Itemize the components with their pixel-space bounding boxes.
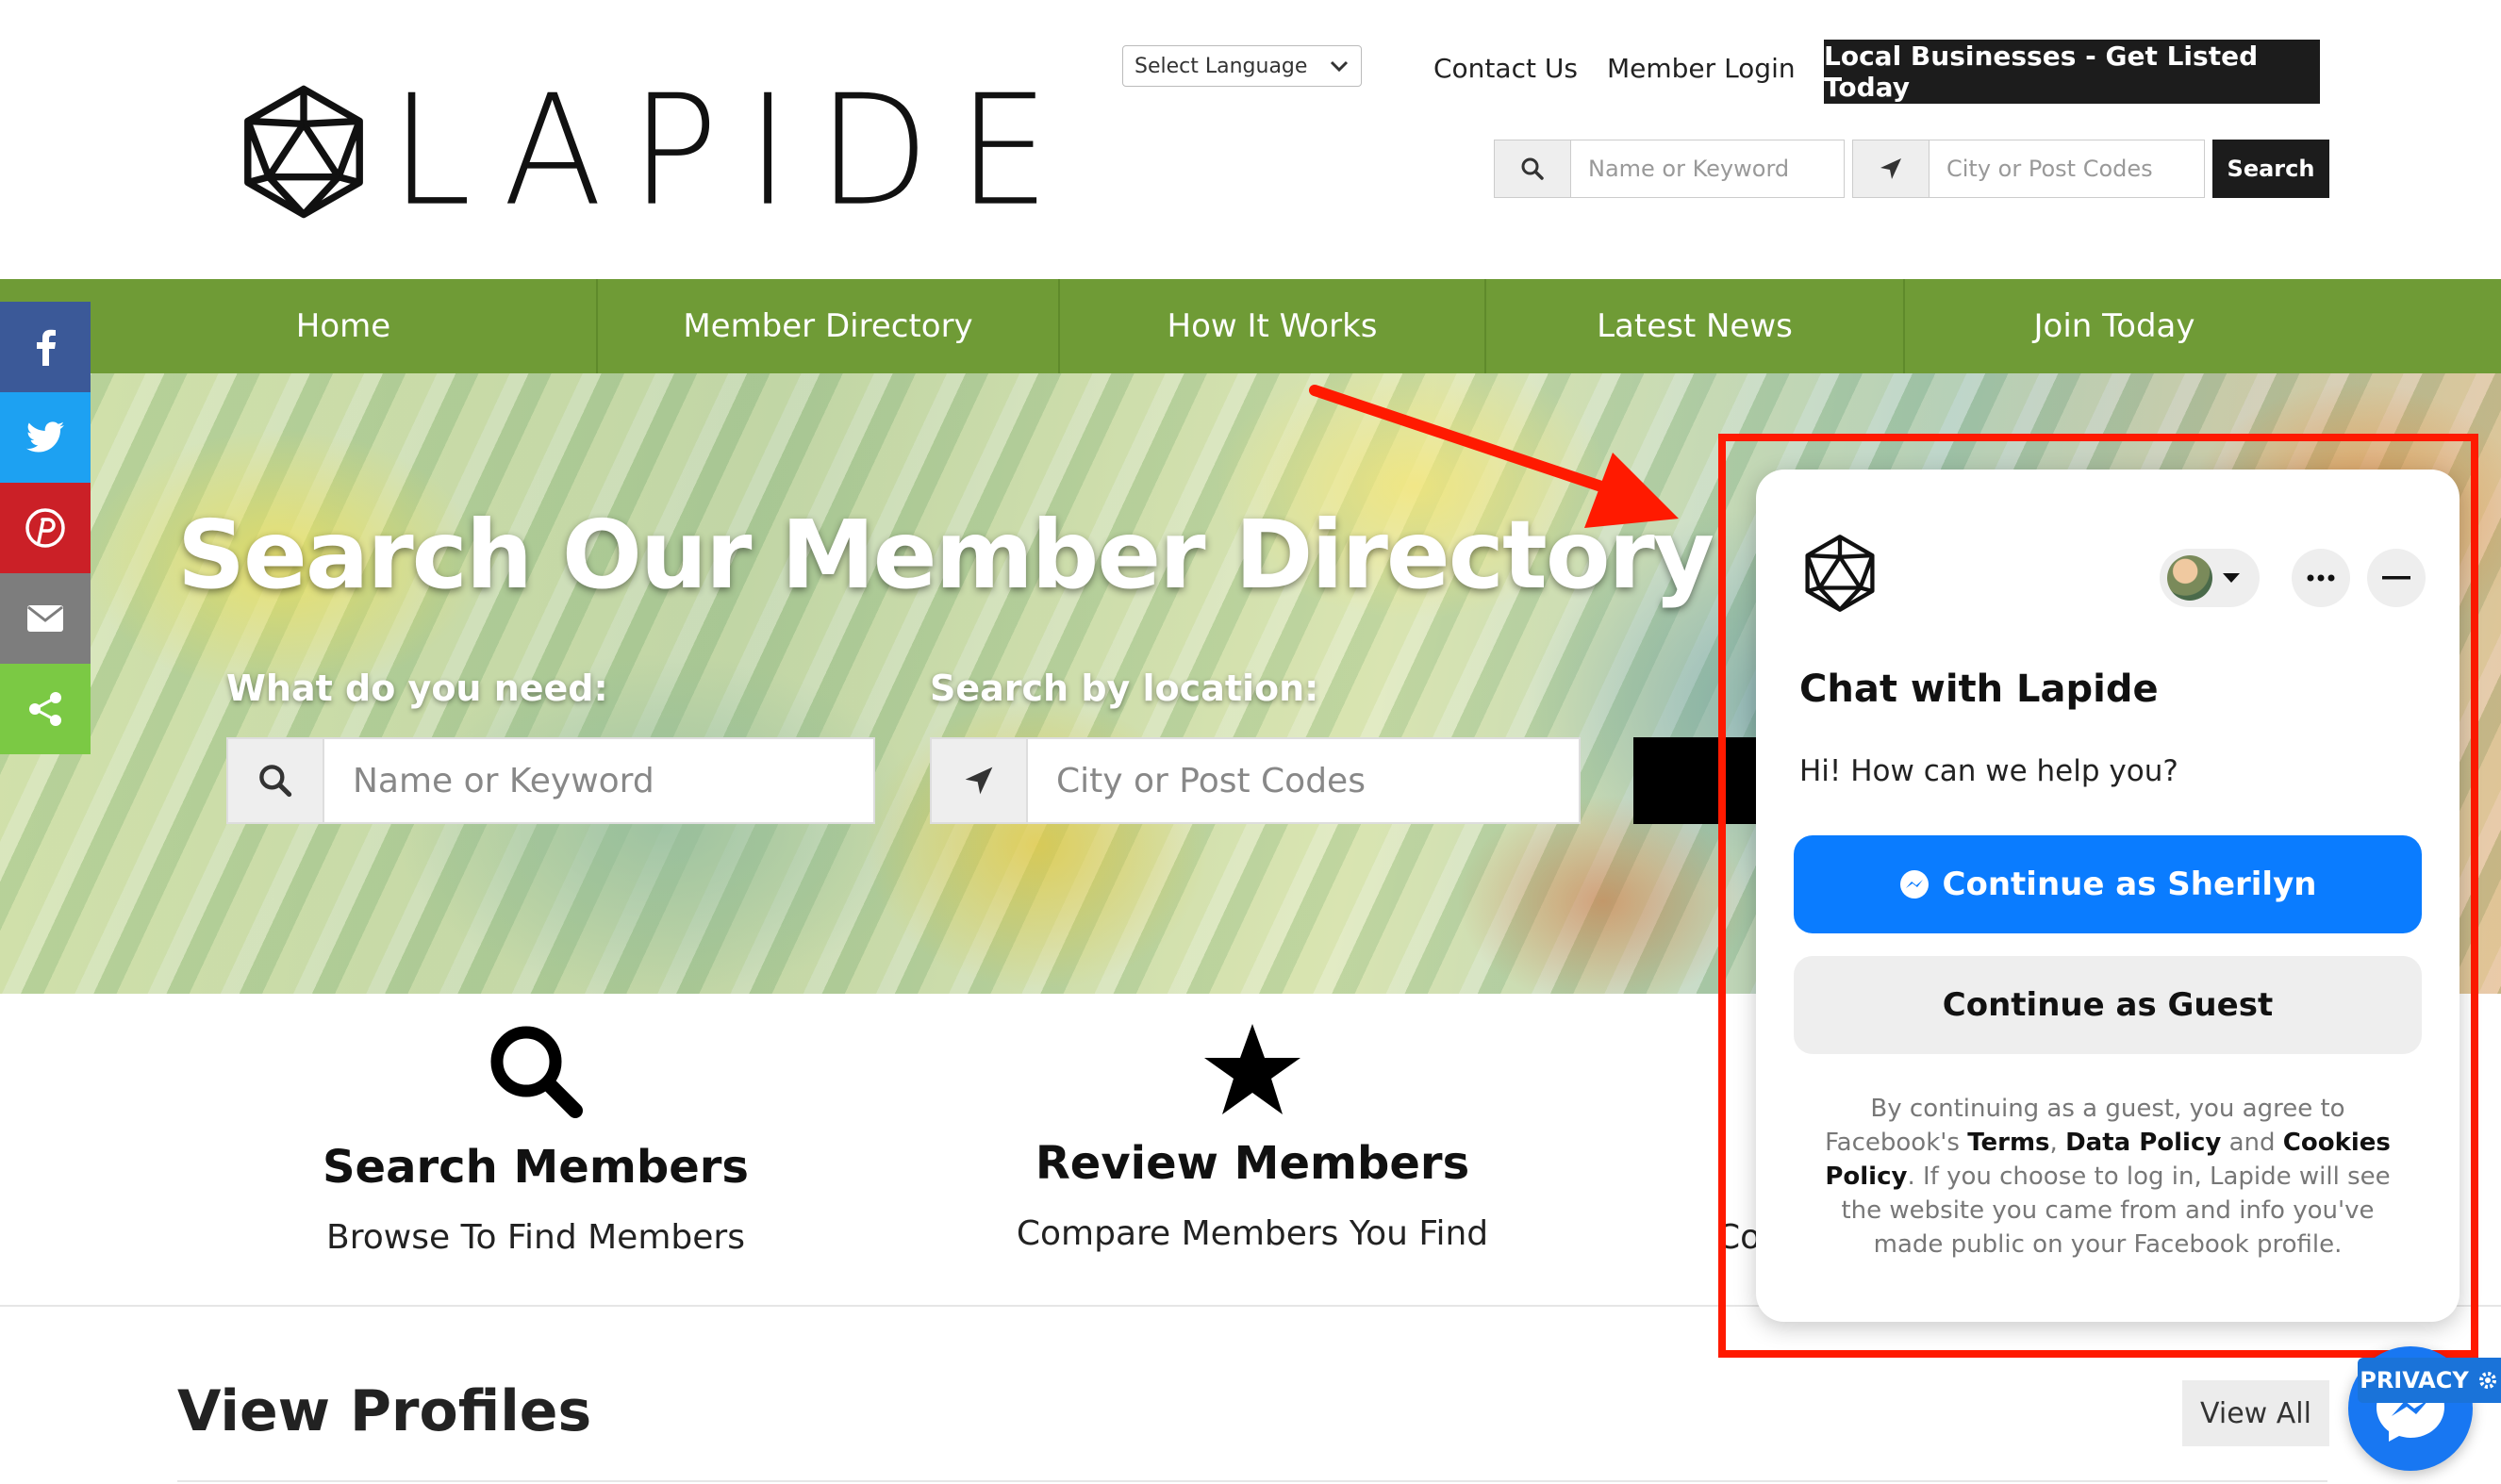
location-arrow-icon xyxy=(930,737,1028,824)
header-location-input[interactable]: City or Post Codes xyxy=(1930,140,2205,198)
more-options-button[interactable] xyxy=(2292,549,2350,607)
facebook-share-button[interactable] xyxy=(0,302,91,392)
more-icon xyxy=(2307,574,2335,582)
section-divider xyxy=(177,1480,2327,1482)
pinterest-share-button[interactable] xyxy=(0,483,91,573)
member-login-link[interactable]: Member Login xyxy=(1607,53,1796,84)
terms-link[interactable]: Terms xyxy=(1967,1129,2049,1157)
need-label: What do you need: xyxy=(226,668,608,709)
feature-subtitle: Compare Members You Find xyxy=(1016,1214,1489,1253)
site-logo[interactable]: LAPIDE xyxy=(234,75,1078,227)
header-location-search: City or Post Codes xyxy=(1852,140,2205,198)
legal-text: . If you choose to log in, Lapide will s… xyxy=(1841,1162,2391,1259)
logo-text: LAPIDE xyxy=(390,62,1078,240)
messenger-chat-popup: Chat with Lapide Hi! How can we help you… xyxy=(1756,470,2460,1322)
feature-review-members: Review Members Compare Members You Find xyxy=(922,1022,1582,1253)
minimize-icon xyxy=(2382,576,2410,580)
hero-location-input[interactable]: City or Post Codes xyxy=(1028,737,1581,824)
privacy-badge[interactable]: PRIVACY xyxy=(2358,1358,2501,1403)
nav-home[interactable]: Home xyxy=(91,279,598,373)
lapide-logo-icon xyxy=(1805,535,1875,612)
feature-subtitle: Browse To Find Members xyxy=(326,1218,745,1257)
chat-greeting: Hi! How can we help you? xyxy=(1799,754,2178,788)
location-arrow-icon xyxy=(1852,140,1930,198)
header-keyword-search: Name or Keyword xyxy=(1494,140,1845,198)
legal-notice: By continuing as a guest, you agree to F… xyxy=(1813,1092,2403,1261)
feature-title: Review Members xyxy=(1035,1137,1470,1190)
get-listed-button[interactable]: Local Businesses - Get Listed Today xyxy=(1824,40,2320,104)
search-icon xyxy=(490,1026,583,1118)
view-profiles-title: View Profiles xyxy=(177,1378,592,1444)
account-switcher[interactable] xyxy=(2160,549,2260,607)
pinterest-icon xyxy=(25,508,65,548)
header-keyword-input[interactable]: Name or Keyword xyxy=(1571,140,1845,198)
twitter-share-button[interactable] xyxy=(0,392,91,483)
feature-search-members: Search Members Browse To Find Members xyxy=(206,1022,866,1257)
hero-keyword-search: Name or Keyword xyxy=(226,737,875,824)
gear-icon xyxy=(2478,1372,2496,1389)
continue-as-user-label: Continue as Sherilyn xyxy=(1942,866,2317,903)
avatar xyxy=(2167,555,2212,601)
star-icon xyxy=(1204,1024,1300,1114)
main-nav: Home Member Directory How It Works Lates… xyxy=(0,279,2501,373)
data-policy-link[interactable]: Data Policy xyxy=(2065,1129,2221,1157)
search-icon xyxy=(226,737,324,824)
nav-latest-news[interactable]: Latest News xyxy=(1486,279,1905,373)
contact-us-link[interactable]: Contact Us xyxy=(1433,53,1578,84)
search-icon xyxy=(1494,140,1571,198)
chat-title: Chat with Lapide xyxy=(1799,668,2159,711)
share-icon xyxy=(29,692,61,726)
nav-how-it-works[interactable]: How It Works xyxy=(1060,279,1486,373)
privacy-label: PRIVACY xyxy=(2360,1367,2469,1393)
header-search-button[interactable]: Search xyxy=(2212,140,2329,198)
icosahedron-logo-icon xyxy=(244,85,363,219)
feature-title: Search Members xyxy=(322,1141,749,1194)
twitter-icon xyxy=(26,421,64,453)
nav-join-today[interactable]: Join Today xyxy=(1905,279,2324,373)
annotation-arrow xyxy=(1309,385,1679,528)
language-select-value: Select Language xyxy=(1135,54,1308,78)
email-icon xyxy=(27,605,63,632)
nav-member-directory[interactable]: Member Directory xyxy=(598,279,1060,373)
minimize-button[interactable] xyxy=(2367,549,2426,607)
continue-as-guest-button[interactable]: Continue as Guest xyxy=(1794,956,2422,1054)
legal-text: , xyxy=(2049,1129,2066,1157)
language-select[interactable]: Select Language xyxy=(1122,45,1362,87)
share-button[interactable] xyxy=(0,664,91,754)
facebook-icon xyxy=(37,329,56,366)
email-share-button[interactable] xyxy=(0,573,91,664)
location-label: Search by location: xyxy=(930,668,1319,709)
messenger-icon xyxy=(1899,870,1929,899)
hero-location-search: City or Post Codes xyxy=(930,737,1581,824)
legal-text: and xyxy=(2221,1129,2283,1157)
continue-as-user-button[interactable]: Continue as Sherilyn xyxy=(1794,835,2422,933)
chevron-down-icon xyxy=(1330,60,1349,73)
social-share-bar xyxy=(0,302,91,754)
caret-down-icon xyxy=(2223,573,2240,583)
hero-keyword-input[interactable]: Name or Keyword xyxy=(324,737,875,824)
view-all-button[interactable]: View All xyxy=(2182,1380,2329,1446)
